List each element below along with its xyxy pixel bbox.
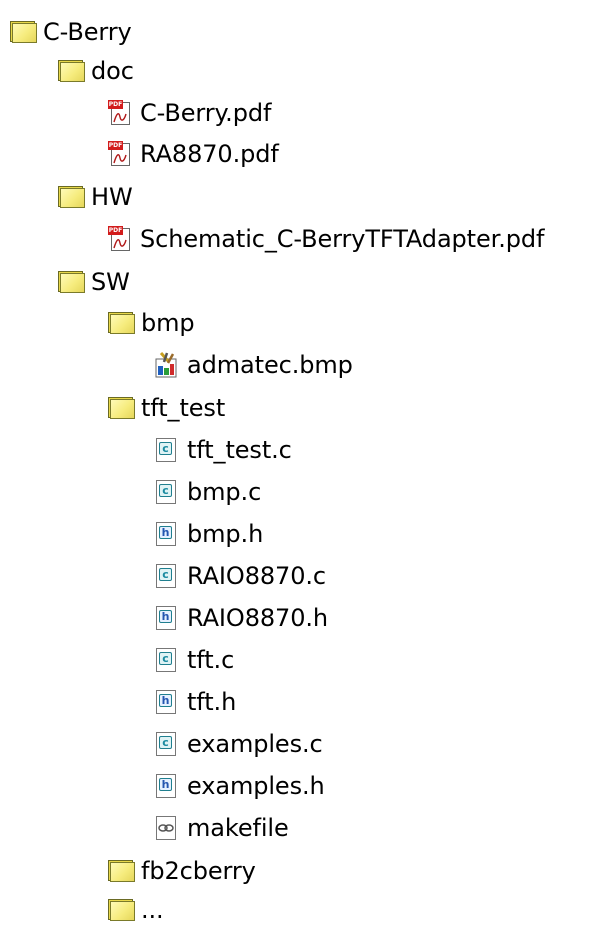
tree-item-more[interactable]: ... — [108, 890, 164, 930]
folder-tree: C-Berry doc PDF C-Berry.pdf PDF RA8870.p… — [0, 0, 613, 929]
folder-icon — [58, 271, 85, 293]
folder-icon — [58, 60, 85, 82]
tree-item-label: RAIO8870.h — [187, 604, 329, 632]
tree-item-label: SW — [91, 268, 130, 296]
tree-item-label: admatec.bmp — [187, 351, 353, 379]
tree-item-file[interactable]: admatec.bmp — [155, 345, 353, 385]
tree-item-label: RAIO8870.c — [187, 562, 326, 590]
tree-item-fb2cberry[interactable]: fb2cberry — [108, 851, 256, 891]
tree-item-label: C-Berry — [43, 18, 132, 46]
tree-item-label: makefile — [187, 814, 289, 842]
folder-icon — [108, 397, 135, 419]
tree-item-file[interactable]: c bmp.c — [155, 472, 261, 512]
header-file-icon: h — [155, 521, 177, 547]
tree-item-file[interactable]: PDF RA8870.pdf — [108, 134, 279, 174]
bitmap-file-icon — [155, 352, 179, 378]
c-source-file-icon: c — [155, 647, 177, 673]
folder-icon — [10, 21, 37, 43]
c-source-file-icon: c — [155, 479, 177, 505]
c-source-file-icon: c — [155, 731, 177, 757]
pdf-file-icon: PDF — [108, 141, 132, 167]
tree-item-file[interactable]: c tft.c — [155, 640, 234, 680]
folder-icon — [58, 186, 85, 208]
tree-item-label: HW — [91, 183, 133, 211]
tree-item-file[interactable]: h bmp.h — [155, 514, 263, 554]
tree-item-file[interactable]: PDF C-Berry.pdf — [108, 93, 271, 133]
makefile-icon — [155, 815, 177, 841]
tree-item-label: RA8870.pdf — [140, 140, 279, 168]
tree-item-label: ... — [141, 896, 164, 924]
tree-item-label: C-Berry.pdf — [140, 99, 272, 127]
tree-item-label: bmp.h — [187, 520, 264, 548]
tree-item-bmp[interactable]: bmp — [108, 303, 195, 343]
tree-item-file[interactable]: h RAIO8870.h — [155, 598, 328, 638]
tree-item-file[interactable]: h examples.h — [155, 766, 325, 806]
tree-item-label: Schematic_C-BerryTFTAdapter.pdf — [140, 225, 545, 253]
tree-item-c-berry[interactable]: C-Berry — [10, 12, 132, 52]
c-source-file-icon: c — [155, 563, 177, 589]
tree-item-file[interactable]: h tft.h — [155, 682, 236, 722]
tree-item-file[interactable]: c examples.c — [155, 724, 323, 764]
tree-item-label: bmp — [141, 309, 195, 337]
folder-icon — [108, 860, 135, 882]
tree-item-label: fb2cberry — [141, 857, 256, 885]
folder-icon — [108, 899, 135, 921]
tree-item-label: doc — [91, 57, 134, 85]
pdf-file-icon: PDF — [108, 100, 132, 126]
tree-item-label: tft.c — [187, 646, 235, 674]
tree-item-doc[interactable]: doc — [58, 51, 134, 91]
pdf-file-icon: PDF — [108, 226, 132, 252]
header-file-icon: h — [155, 605, 177, 631]
tree-item-label: tft.h — [187, 688, 237, 716]
tree-item-file[interactable]: PDF Schematic_C-BerryTFTAdapter.pdf — [108, 219, 544, 259]
header-file-icon: h — [155, 773, 177, 799]
tree-item-sw[interactable]: SW — [58, 262, 130, 302]
header-file-icon: h — [155, 689, 177, 715]
tree-item-label: tft_test — [141, 394, 226, 422]
tree-item-label: examples.h — [187, 772, 325, 800]
tree-item-hw[interactable]: HW — [58, 177, 133, 217]
tree-item-label: tft_test.c — [187, 436, 292, 464]
tree-item-file[interactable]: makefile — [155, 808, 289, 848]
folder-icon — [108, 312, 135, 334]
c-source-file-icon: c — [155, 437, 177, 463]
tree-item-label: examples.c — [187, 730, 323, 758]
tree-item-tft-test[interactable]: tft_test — [108, 388, 225, 428]
tree-item-file[interactable]: c tft_test.c — [155, 430, 292, 470]
tree-item-label: bmp.c — [187, 478, 262, 506]
tree-item-file[interactable]: c RAIO8870.c — [155, 556, 326, 596]
